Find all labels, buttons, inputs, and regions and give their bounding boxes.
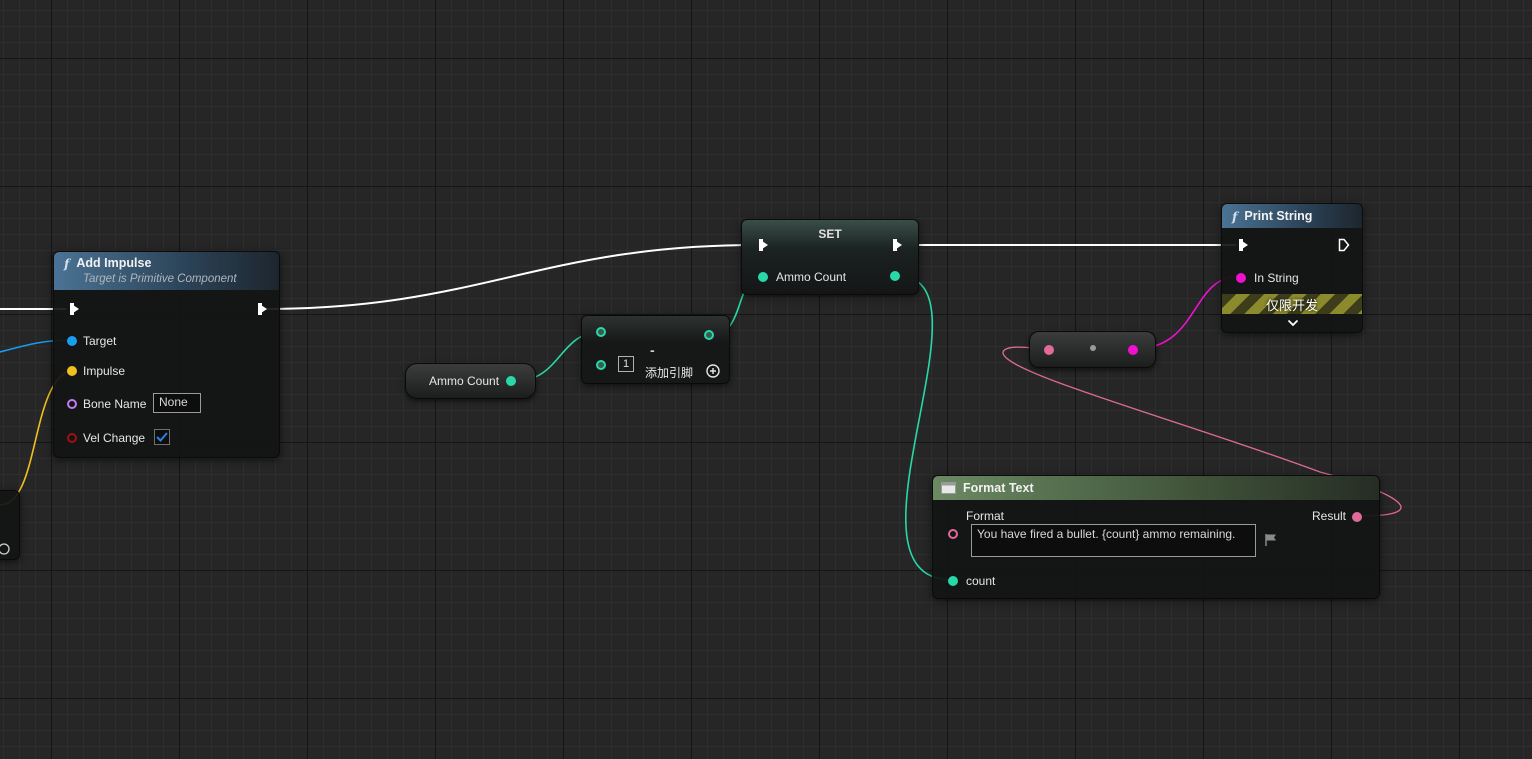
format-text-header: Format Text	[933, 476, 1379, 500]
text-to-string-conversion-node[interactable]	[1029, 331, 1156, 368]
ammo-count-getter-label: Ammo Count	[429, 374, 500, 388]
count-label: count	[966, 574, 996, 588]
set-exec-out-pin[interactable]	[889, 239, 902, 251]
subtract-input-a-pin[interactable]	[596, 327, 606, 337]
exec-in-pin[interactable]	[66, 303, 79, 315]
print-exec-in-pin[interactable]	[1235, 239, 1248, 251]
ammo-count-getter-out-pin[interactable]	[506, 376, 516, 386]
function-icon: f	[64, 256, 70, 271]
exec-out-hollow-icon	[1338, 238, 1350, 252]
subtract-input-b-pin[interactable]	[596, 360, 606, 370]
count-pin[interactable]: count	[948, 574, 995, 588]
bone-name-pin[interactable]: Bone Name	[67, 397, 146, 411]
ammo-count-getter[interactable]: Ammo Count	[405, 363, 536, 399]
impulse-pin[interactable]: Impulse	[67, 364, 125, 378]
print-string-title: Print String	[1244, 209, 1313, 223]
subtract-operator: -	[650, 342, 655, 358]
add-impulse-title: Add Impulse	[76, 256, 152, 270]
set-ammo-count-label: Ammo Count	[776, 270, 847, 284]
add-impulse-node[interactable]: f Add Impulse Target is Primitive Compon…	[53, 251, 280, 458]
format-label: Format	[966, 509, 1005, 523]
vel-change-pin-label: Vel Change	[83, 431, 146, 445]
set-ammo-count-out-pin[interactable]	[890, 271, 900, 281]
impulse-pin-label: Impulse	[83, 364, 126, 378]
print-exec-out-pin[interactable]	[1338, 238, 1350, 252]
chevron-down-icon[interactable]	[1287, 319, 1299, 327]
vel-change-checkbox[interactable]	[154, 429, 170, 445]
target-pin-label: Target	[83, 334, 117, 348]
format-text-title: Format Text	[963, 481, 1034, 495]
result-label: Result	[1312, 509, 1347, 523]
result-output-pin[interactable]	[1352, 512, 1362, 522]
in-string-label: In String	[1254, 271, 1299, 285]
add-pin-label[interactable]: 添加引脚	[645, 364, 693, 381]
bone-name-input[interactable]: None	[153, 393, 201, 413]
vel-change-pin[interactable]: Vel Change	[67, 431, 145, 445]
target-pin[interactable]: Target	[67, 334, 116, 348]
conversion-center-dot	[1090, 345, 1096, 351]
blueprint-graph[interactable]: f Add Impulse Target is Primitive Compon…	[0, 0, 1532, 759]
exec-wire-impulse-to-set	[263, 244, 758, 310]
print-string-header: f Print String	[1222, 204, 1362, 228]
format-text-node[interactable]: Format Text Format You have fired a bull…	[932, 475, 1380, 599]
subtract-output-pin[interactable]	[704, 330, 714, 340]
add-impulse-subtitle: Target is Primitive Component	[83, 273, 237, 285]
format-input-pin[interactable]	[948, 529, 958, 539]
text-node-icon	[941, 481, 956, 494]
dev-only-label: 仅限开发	[1265, 297, 1318, 313]
plus-circle-icon[interactable]	[706, 364, 720, 378]
set-node[interactable]: SET Ammo Count	[741, 219, 919, 295]
subtract-node[interactable]: 1 - 添加引脚	[581, 315, 730, 384]
offscreen-node[interactable]	[0, 490, 20, 560]
conversion-input-pin[interactable]	[1044, 345, 1054, 355]
flag-icon[interactable]	[1264, 533, 1278, 547]
set-exec-in-pin[interactable]	[755, 239, 768, 251]
check-icon	[156, 432, 168, 442]
plus-circle-icon	[0, 543, 10, 555]
exec-out-pin[interactable]	[254, 303, 267, 315]
print-string-node[interactable]: f Print String In String 仅限开发	[1221, 203, 1363, 333]
subtract-b-value-input[interactable]: 1	[618, 356, 634, 372]
format-text-input[interactable]: You have fired a bullet. {count} ammo re…	[971, 524, 1256, 557]
in-string-pin[interactable]: In String	[1236, 271, 1299, 285]
function-icon: f	[1232, 208, 1238, 224]
set-ammo-count-in-pin[interactable]: Ammo Count	[758, 270, 846, 284]
bone-name-pin-label: Bone Name	[83, 397, 147, 411]
conversion-output-pin[interactable]	[1128, 345, 1138, 355]
development-only-banner: 仅限开发	[1222, 294, 1362, 314]
